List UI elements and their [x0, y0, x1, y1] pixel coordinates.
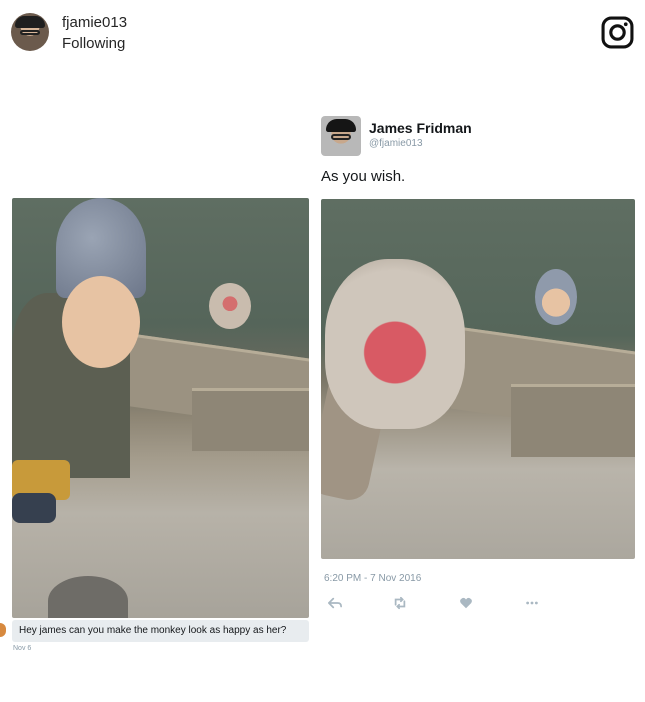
following-status[interactable]: Following [62, 35, 125, 52]
post-header: fjamie013 Following [0, 0, 645, 62]
commenter-avatar [0, 623, 6, 637]
original-photo [12, 198, 309, 618]
tweet-timestamp[interactable]: 6:20 PM - 7 Nov 2016 [324, 573, 421, 584]
request-text: Hey james can you make the monkey look a… [19, 625, 287, 636]
like-icon[interactable] [457, 596, 475, 614]
request-date: Nov 6 [13, 645, 32, 652]
reply-icon[interactable] [326, 596, 344, 614]
instagram-icon[interactable] [601, 16, 634, 49]
tweet-text: As you wish. [321, 168, 406, 185]
retweet-icon[interactable] [391, 596, 409, 614]
avatar[interactable] [11, 13, 49, 51]
tweet-avatar[interactable] [321, 116, 361, 156]
edited-photo [321, 199, 635, 559]
tweet-author-handle[interactable]: @fjamie013 [369, 138, 423, 149]
tweet-author-name[interactable]: James Fridman [369, 120, 472, 136]
username[interactable]: fjamie013 [62, 14, 127, 31]
more-icon[interactable] [523, 596, 541, 614]
